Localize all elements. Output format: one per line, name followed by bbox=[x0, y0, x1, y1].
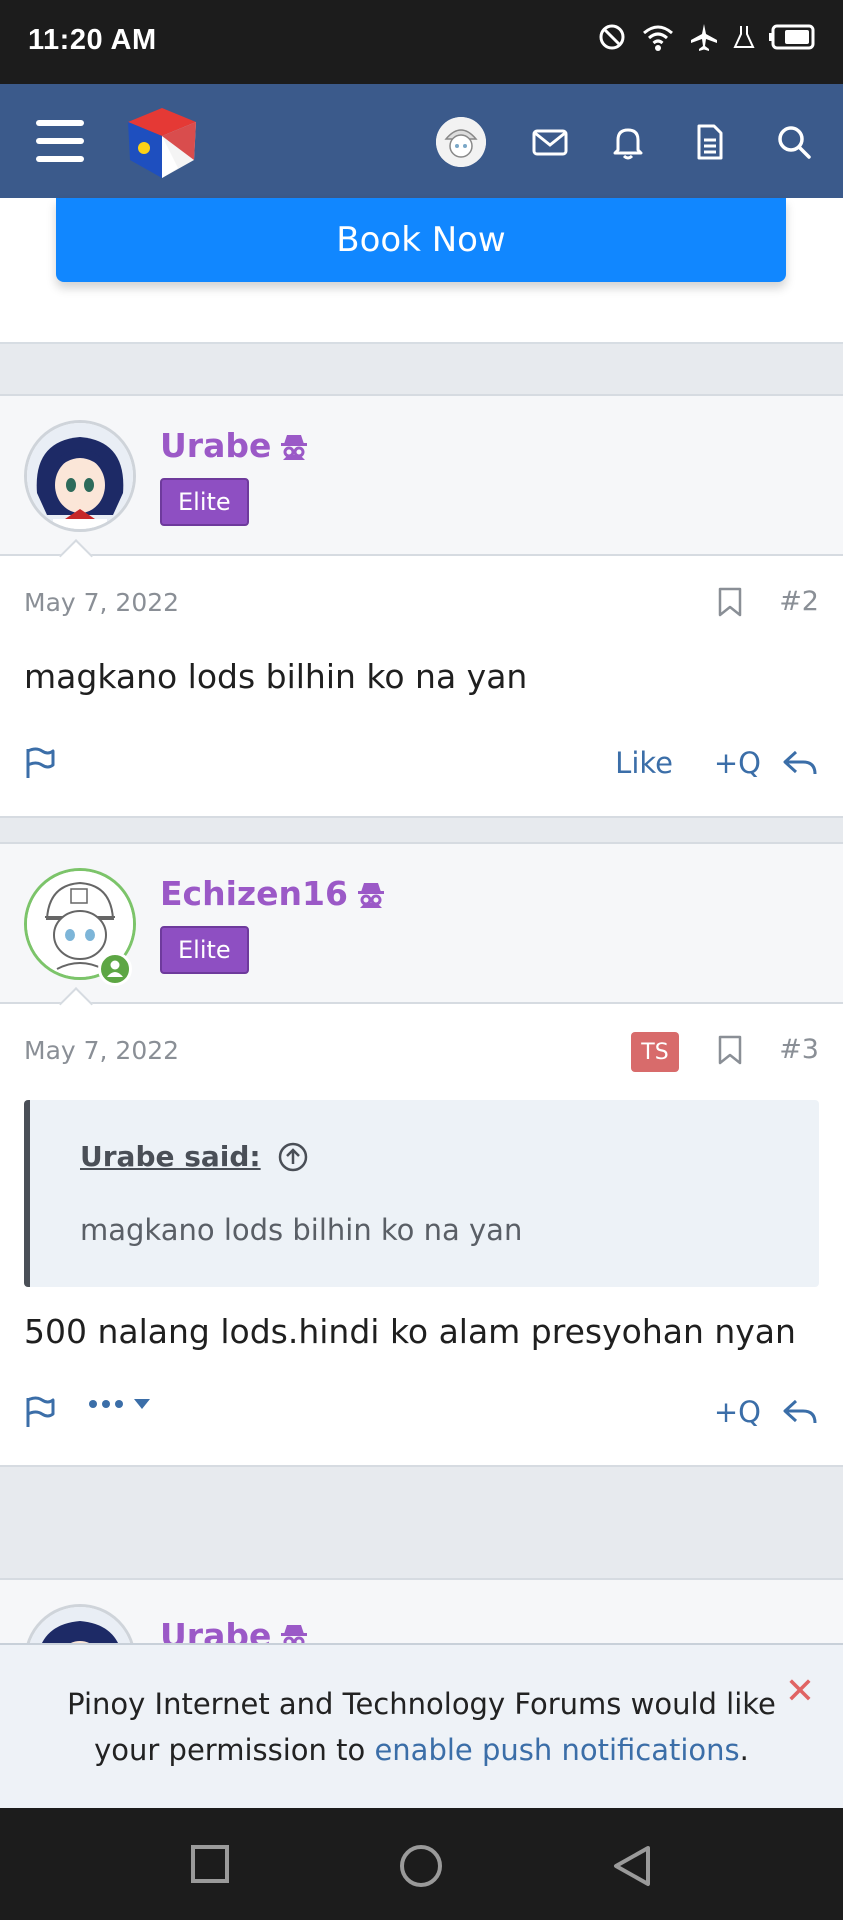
site-logo[interactable] bbox=[122, 102, 202, 182]
rank-badge: Elite bbox=[160, 478, 249, 526]
push-notification-banner: Pinoy Internet and Technology Forums wou… bbox=[0, 1643, 843, 1808]
status-bar: 11:20 AM bbox=[0, 0, 843, 84]
multiquote-button[interactable]: +Q bbox=[714, 746, 761, 780]
enable-push-link[interactable]: enable push notifications bbox=[374, 1733, 739, 1767]
online-status-icon bbox=[98, 952, 132, 986]
username[interactable]: Urabe bbox=[160, 426, 309, 465]
report-flag-icon[interactable] bbox=[24, 1395, 56, 1429]
incognito-icon bbox=[357, 882, 384, 908]
do-not-disturb-icon bbox=[599, 24, 625, 50]
battery-icon bbox=[769, 24, 815, 50]
post-user-block: Echizen16 Elite bbox=[0, 844, 843, 1021]
user-avatar[interactable] bbox=[436, 117, 486, 167]
bookmark-icon[interactable] bbox=[717, 586, 743, 618]
back-triangle-icon[interactable] bbox=[612, 1844, 652, 1888]
menu-icon[interactable] bbox=[36, 120, 84, 162]
post-number[interactable]: #3 bbox=[779, 1034, 819, 1065]
home-circle-icon[interactable] bbox=[399, 1844, 443, 1888]
document-icon[interactable] bbox=[690, 122, 730, 162]
report-flag-icon[interactable] bbox=[24, 746, 56, 780]
book-now-button[interactable]: Book Now bbox=[56, 198, 786, 282]
more-options-button[interactable] bbox=[88, 1397, 152, 1411]
system-nav-bar bbox=[0, 1808, 843, 1920]
app-header bbox=[0, 84, 843, 198]
lab-flask-icon bbox=[733, 26, 755, 48]
caret-down-icon bbox=[134, 1399, 150, 1409]
username[interactable]: Echizen16 bbox=[160, 874, 386, 913]
bell-icon[interactable] bbox=[608, 122, 648, 162]
post-3: Echizen16 Elite May 7, 2022 TS #3 Urabe … bbox=[0, 842, 843, 1467]
post-date[interactable]: May 7, 2022 bbox=[24, 1036, 179, 1065]
search-icon[interactable] bbox=[774, 122, 814, 162]
post-number[interactable]: #2 bbox=[779, 586, 819, 617]
envelope-icon[interactable] bbox=[530, 122, 570, 162]
post-body: 500 nalang lods.hindi ko alam presyohan … bbox=[24, 1312, 796, 1351]
avatar[interactable] bbox=[24, 420, 136, 532]
thread-starter-badge: TS bbox=[631, 1032, 679, 1072]
bookmark-icon[interactable] bbox=[717, 1034, 743, 1066]
rank-badge: Elite bbox=[160, 926, 249, 974]
post-user-block: Urabe Elite bbox=[0, 396, 843, 573]
post-2: Urabe Elite May 7, 2022 #2 magkano lods … bbox=[0, 394, 843, 818]
wifi-icon bbox=[643, 25, 673, 51]
post-meta: May 7, 2022 #2 bbox=[0, 556, 843, 646]
status-time: 11:20 AM bbox=[28, 24, 157, 56]
post-actions: Like +Q bbox=[0, 726, 843, 816]
status-icons bbox=[597, 22, 817, 52]
close-icon[interactable]: ✕ bbox=[785, 1671, 815, 1712]
ad-card: Book Now bbox=[0, 198, 843, 344]
post-body: magkano lods bilhin ko na yan bbox=[24, 657, 528, 696]
quote-author[interactable]: Urabe said: bbox=[80, 1140, 775, 1173]
reply-icon[interactable] bbox=[781, 744, 819, 782]
like-button[interactable]: Like bbox=[615, 746, 673, 780]
banner-message: Pinoy Internet and Technology Forums wou… bbox=[67, 1686, 776, 1767]
quote-text: magkano lods bilhin ko na yan bbox=[80, 1213, 523, 1247]
quote-block: Urabe said: magkano lods bilhin ko na ya… bbox=[24, 1100, 819, 1287]
post-date[interactable]: May 7, 2022 bbox=[24, 588, 179, 617]
airplane-icon bbox=[691, 24, 717, 51]
post-meta: May 7, 2022 TS #3 bbox=[0, 1004, 843, 1094]
incognito-icon bbox=[281, 434, 308, 460]
recents-square-icon[interactable] bbox=[190, 1844, 230, 1884]
reply-icon[interactable] bbox=[781, 1393, 819, 1431]
arrow-up-circle-icon[interactable] bbox=[277, 1141, 309, 1173]
post-actions: +Q bbox=[0, 1375, 843, 1465]
multiquote-button[interactable]: +Q bbox=[714, 1395, 761, 1429]
ellipsis-icon bbox=[89, 1400, 123, 1408]
